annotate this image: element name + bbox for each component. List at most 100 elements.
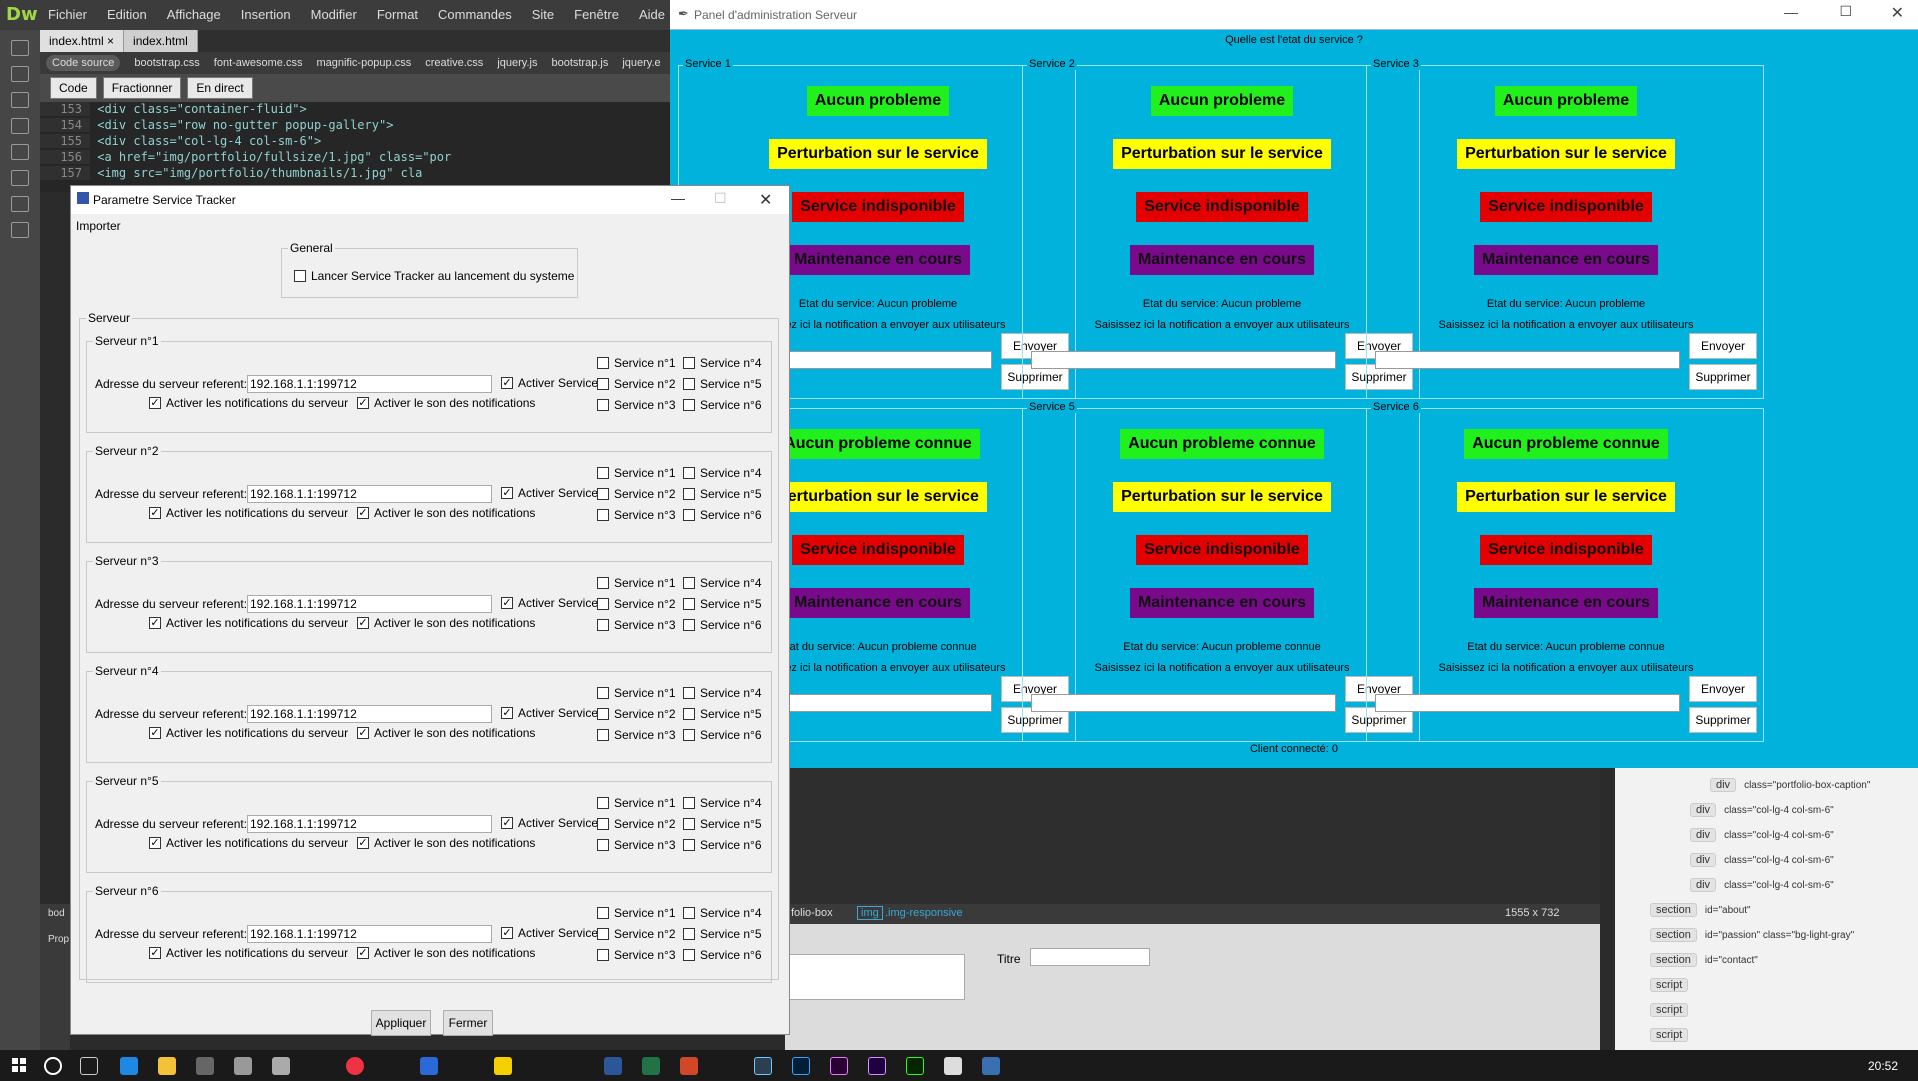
menu-commandes[interactable]: Commandes bbox=[438, 7, 512, 22]
word-icon[interactable] bbox=[604, 1057, 622, 1075]
clock[interactable]: 20:52 bbox=[1868, 1059, 1898, 1073]
status-down-button[interactable]: Service indisponible bbox=[1136, 192, 1308, 222]
service-1-checkbox[interactable]: Service n°1 bbox=[597, 796, 676, 810]
status-maintenance-button[interactable]: Maintenance en cours bbox=[1473, 588, 1659, 618]
file-source-code[interactable]: Code source bbox=[46, 55, 121, 71]
service-6-checkbox[interactable]: Service n°6 bbox=[683, 398, 762, 412]
service-1-checkbox[interactable]: Service n°1 bbox=[597, 466, 676, 480]
service-5-checkbox[interactable]: Service n°5 bbox=[683, 927, 762, 941]
service-4-checkbox[interactable]: Service n°4 bbox=[683, 686, 762, 700]
activate-service-checkbox[interactable]: ✓ Activer Service bbox=[501, 376, 598, 390]
dom-node[interactable]: div class="portfolio-box-caption" bbox=[1710, 778, 1870, 792]
menu-site[interactable]: Site bbox=[532, 7, 554, 22]
windows-start-icon[interactable] bbox=[12, 1058, 26, 1072]
service-4-checkbox[interactable]: Service n°4 bbox=[683, 466, 762, 480]
service-3-checkbox[interactable]: Service n°3 bbox=[597, 398, 676, 412]
delete-button[interactable]: Supprimer bbox=[1689, 364, 1757, 390]
activate-notifications-checkbox[interactable]: ✓ Activer les notifications du serveur bbox=[149, 836, 348, 850]
breadcrumb-item[interactable]: folio-box bbox=[791, 907, 833, 919]
activate-notifications-checkbox[interactable]: ✓ Activer les notifications du serveur bbox=[149, 946, 348, 960]
notification-input[interactable] bbox=[1031, 351, 1336, 369]
status-ok-button[interactable]: Aucun probleme connue bbox=[1464, 429, 1668, 459]
activate-notifications-checkbox[interactable]: ✓ Activer les notifications du serveur bbox=[149, 616, 348, 630]
service-1-checkbox[interactable]: Service n°1 bbox=[597, 906, 676, 920]
server-address-input[interactable]: 192.168.1.1:199712 bbox=[247, 375, 492, 393]
file-item[interactable]: bootstrap.css bbox=[134, 57, 199, 69]
service-2-checkbox[interactable]: Service n°2 bbox=[597, 817, 676, 831]
edge-icon[interactable] bbox=[120, 1057, 138, 1075]
dom-node[interactable]: script bbox=[1650, 1003, 1689, 1017]
tool-icon[interactable] bbox=[11, 170, 29, 186]
status-ok-button[interactable]: Aucun probleme bbox=[1150, 86, 1294, 116]
status-maintenance-button[interactable]: Maintenance en cours bbox=[1129, 245, 1315, 275]
status-maintenance-button[interactable]: Maintenance en cours bbox=[1473, 245, 1659, 275]
window-size-readout[interactable]: 1555 x 732 bbox=[1505, 907, 1559, 919]
notification-input[interactable] bbox=[1031, 694, 1336, 712]
close-button[interactable]: Fermer bbox=[443, 1010, 493, 1036]
service-2-checkbox[interactable]: Service n°2 bbox=[597, 377, 676, 391]
status-perturbation-button[interactable]: Perturbation sur le service bbox=[1457, 482, 1675, 512]
chrome-icon[interactable] bbox=[346, 1057, 364, 1075]
activate-sound-checkbox[interactable]: ✓ Activer le son des notifications bbox=[357, 506, 535, 520]
alt-textarea[interactable] bbox=[785, 954, 965, 1000]
service-6-checkbox[interactable]: Service n°6 bbox=[683, 838, 762, 852]
service-1-checkbox[interactable]: Service n°1 bbox=[597, 576, 676, 590]
service-5-checkbox[interactable]: Service n°5 bbox=[683, 817, 762, 831]
app-icon[interactable] bbox=[234, 1057, 252, 1075]
status-ok-button[interactable]: Aucun probleme bbox=[806, 86, 950, 116]
activate-sound-checkbox[interactable]: ✓ Activer le son des notifications bbox=[357, 836, 535, 850]
activate-sound-checkbox[interactable]: ✓ Activer le son des notifications bbox=[357, 726, 535, 740]
launch-at-startup-checkbox[interactable]: Lancer Service Tracker au lancement du s… bbox=[294, 269, 574, 283]
status-maintenance-button[interactable]: Maintenance en cours bbox=[785, 245, 971, 275]
service-6-checkbox[interactable]: Service n°6 bbox=[683, 948, 762, 962]
task-view-icon[interactable] bbox=[80, 1057, 98, 1075]
dom-node[interactable]: section id="passion" class="bg-light-gray… bbox=[1650, 928, 1854, 942]
lightroom-icon[interactable] bbox=[754, 1057, 772, 1075]
menu-fichier[interactable]: Fichier bbox=[48, 7, 87, 22]
store-icon[interactable] bbox=[196, 1057, 214, 1075]
service-5-checkbox[interactable]: Service n°5 bbox=[683, 487, 762, 501]
activate-notifications-checkbox[interactable]: ✓ Activer les notifications du serveur bbox=[149, 506, 348, 520]
service-5-checkbox[interactable]: Service n°5 bbox=[683, 377, 762, 391]
service-3-checkbox[interactable]: Service n°3 bbox=[597, 838, 676, 852]
tool-icon[interactable] bbox=[11, 196, 29, 212]
activate-notifications-checkbox[interactable]: ✓ Activer les notifications du serveur bbox=[149, 726, 348, 740]
tab-index-html-2[interactable]: index.html bbox=[124, 30, 198, 52]
service-2-checkbox[interactable]: Service n°2 bbox=[597, 927, 676, 941]
send-button[interactable]: Envoyer bbox=[1689, 333, 1757, 359]
service-3-checkbox[interactable]: Service n°3 bbox=[597, 948, 676, 962]
status-down-button[interactable]: Service indisponible bbox=[792, 535, 964, 565]
server-address-input[interactable]: 192.168.1.1:199712 bbox=[247, 485, 492, 503]
breadcrumb-img-tag[interactable]: img bbox=[857, 906, 883, 920]
close-icon[interactable]: ✕ bbox=[759, 190, 772, 210]
code-editor[interactable]: 153 <div class="container-fluid"> 154 <d… bbox=[40, 102, 670, 192]
minimize-icon[interactable]: — bbox=[671, 190, 685, 206]
menu-aide[interactable]: Aide bbox=[639, 7, 665, 22]
status-perturbation-button[interactable]: Perturbation sur le service bbox=[769, 482, 987, 512]
service-2-checkbox[interactable]: Service n°2 bbox=[597, 707, 676, 721]
search-icon[interactable] bbox=[44, 1057, 62, 1075]
service-6-checkbox[interactable]: Service n°6 bbox=[683, 508, 762, 522]
dom-node[interactable]: div class="col-lg-4 col-sm-6" bbox=[1690, 878, 1834, 892]
dreamweaver-icon[interactable] bbox=[906, 1057, 924, 1075]
tool-icon[interactable] bbox=[11, 118, 29, 134]
maximize-icon[interactable]: ☐ bbox=[1839, 3, 1852, 20]
file-item[interactable]: magnific-popup.css bbox=[316, 57, 411, 69]
delete-button[interactable]: Supprimer bbox=[1689, 707, 1757, 733]
explorer-icon[interactable] bbox=[158, 1057, 176, 1075]
service-3-checkbox[interactable]: Service n°3 bbox=[597, 618, 676, 632]
activate-service-checkbox[interactable]: ✓ Activer Service bbox=[501, 926, 598, 940]
activate-sound-checkbox[interactable]: ✓ Activer le son des notifications bbox=[357, 396, 535, 410]
status-perturbation-button[interactable]: Perturbation sur le service bbox=[1113, 139, 1331, 169]
notification-input[interactable] bbox=[1375, 351, 1680, 369]
app-icon[interactable] bbox=[944, 1057, 962, 1075]
service-3-checkbox[interactable]: Service n°3 bbox=[597, 508, 676, 522]
minimize-icon[interactable]: — bbox=[1784, 4, 1798, 20]
menu-affichage[interactable]: Affichage bbox=[167, 7, 221, 22]
tool-icon[interactable] bbox=[11, 40, 29, 56]
service-1-checkbox[interactable]: Service n°1 bbox=[597, 356, 676, 370]
tab-index-html[interactable]: index.html × bbox=[40, 30, 125, 52]
activate-service-checkbox[interactable]: ✓ Activer Service bbox=[501, 596, 598, 610]
python-icon[interactable] bbox=[982, 1057, 1000, 1075]
menu-importer[interactable]: Importer bbox=[76, 219, 121, 233]
